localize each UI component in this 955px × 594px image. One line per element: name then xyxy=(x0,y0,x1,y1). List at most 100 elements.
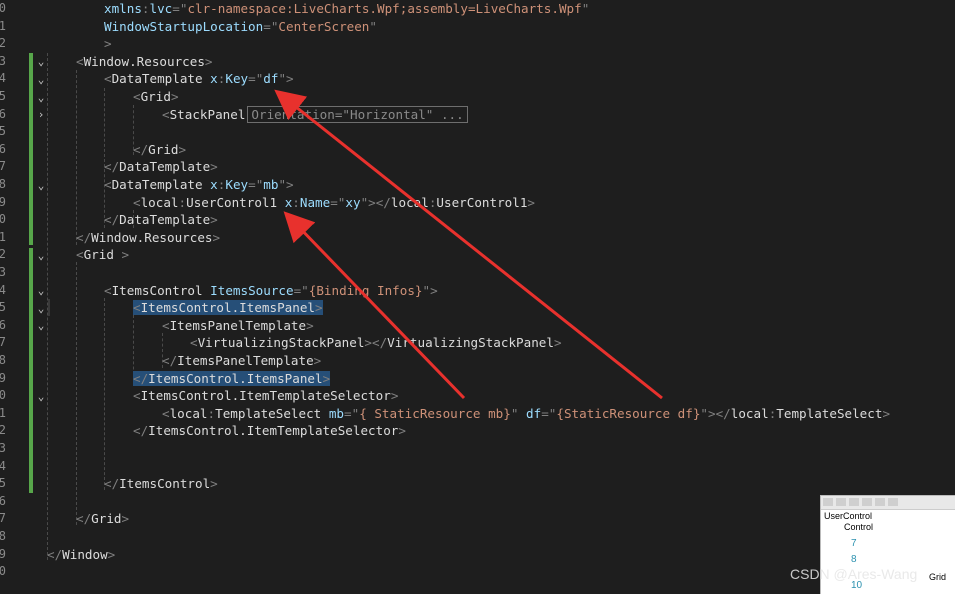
code-token: ItemsPanelTemplate xyxy=(169,317,307,333)
code-line[interactable]: </Window> xyxy=(47,546,115,564)
code-line[interactable]: </ItemsControl> xyxy=(104,475,218,493)
code-line[interactable]: <Window.Resources> xyxy=(76,53,213,71)
code-token: </ xyxy=(76,511,92,527)
code-token: " xyxy=(510,405,527,421)
code-token: {StaticResource df} xyxy=(556,405,701,421)
expand-chevron-icon[interactable]: › xyxy=(34,108,48,122)
thumbnail-toolbar xyxy=(821,496,955,510)
line-number: 2 xyxy=(0,423,6,438)
collapse-chevron-icon[interactable]: ⌄ xyxy=(34,319,48,333)
code-token: > xyxy=(210,476,218,492)
code-token: mb xyxy=(328,405,345,421)
code-token: < xyxy=(104,71,112,87)
code-line[interactable]: <ItemsControl.ItemsPanel> xyxy=(133,299,323,317)
collapse-chevron-icon[interactable]: ⌄ xyxy=(34,389,48,403)
code-token: > xyxy=(313,353,322,368)
collapse-chevron-icon[interactable]: ⌄ xyxy=(34,301,48,315)
line-number: 5 xyxy=(0,476,6,491)
code-token: < xyxy=(162,405,170,421)
code-line[interactable]: <DataTemplate x:Key="df"> xyxy=(104,70,294,88)
code-line[interactable]: </ItemsControl.ItemsPanel> xyxy=(133,370,331,388)
code-token: > xyxy=(121,511,130,527)
collapse-chevron-icon[interactable]: ⌄ xyxy=(34,90,48,104)
code-line[interactable]: <ItemsControl.ItemTemplateSelector> xyxy=(133,387,398,405)
code-line[interactable]: <local:TemplateSelect mb="{ StaticResour… xyxy=(162,405,890,423)
code-token: local xyxy=(730,405,769,421)
code-line[interactable]: <Grid > xyxy=(76,246,129,264)
code-token: { StaticResource mb} xyxy=(359,405,511,421)
code-line[interactable]: </Window.Resources> xyxy=(76,229,220,247)
code-token: CenterScreen xyxy=(278,18,370,34)
thumbnail-label-usercontrol: UserControl xyxy=(824,511,873,521)
code-token: ItemsControl.ItemTemplateSelector xyxy=(140,388,391,404)
code-token: VirtualizingStackPanel xyxy=(197,335,365,351)
code-line[interactable]: <StackPanel Orientation="Horizontal" ... xyxy=(162,105,468,124)
code-line[interactable]: </Grid> xyxy=(133,141,186,159)
code-token: df xyxy=(263,71,279,87)
code-token: local xyxy=(169,405,208,421)
code-line[interactable]: <ItemsControl ItemsSource="{Binding Info… xyxy=(104,282,438,300)
code-token: DataTemplate xyxy=(111,71,211,87)
code-line[interactable]: <Grid> xyxy=(133,88,179,106)
code-token: : xyxy=(178,194,187,210)
code-line[interactable]: <ItemsPanelTemplate> xyxy=(162,317,314,335)
collapse-chevron-icon[interactable]: ⌄ xyxy=(34,55,48,69)
collapse-chevron-icon[interactable]: ⌄ xyxy=(34,248,48,262)
code-token: lvc xyxy=(149,1,173,16)
code-token: clr-namespace:LiveCharts.Wpf;assembly=Li… xyxy=(187,1,582,16)
code-token: "></ xyxy=(360,194,391,210)
code-token: "></ xyxy=(700,405,731,421)
arrow-df xyxy=(274,89,663,400)
line-number: 1 xyxy=(0,229,6,244)
code-token: > xyxy=(553,335,562,351)
code-token: xmlns xyxy=(104,1,142,16)
line-number: 4 xyxy=(0,71,6,86)
code-token: =" xyxy=(248,177,264,192)
code-token: TemplateSelect xyxy=(215,405,329,421)
code-token: < xyxy=(133,300,141,316)
code-token: ItemsControl xyxy=(111,282,211,298)
code-token: Window xyxy=(62,546,108,562)
line-number: 0 xyxy=(0,564,6,579)
code-token: </ xyxy=(47,546,63,562)
code-token: local xyxy=(140,194,179,210)
code-line[interactable]: </Grid> xyxy=(76,510,129,528)
code-line[interactable]: xmlns:lvc="clr-namespace:LiveCharts.Wpf;… xyxy=(104,0,589,18)
collapse-chevron-icon[interactable]: ⌄ xyxy=(34,284,48,298)
change-indicator-bar xyxy=(29,248,33,493)
code-line[interactable]: <VirtualizingStackPanel></VirtualizingSt… xyxy=(190,334,562,352)
code-token: ItemsControl xyxy=(119,476,211,492)
code-line[interactable]: <local:UserControl1 x:Name="xy"></local:… xyxy=(133,194,535,212)
line-number: 0 xyxy=(0,212,6,227)
code-token: df xyxy=(526,405,542,421)
code-line[interactable]: </ItemsControl.ItemTemplateSelector> xyxy=(133,422,406,440)
line-number: 0 xyxy=(0,388,6,403)
indent-guide xyxy=(104,298,105,490)
code-line[interactable]: <DataTemplate x:Key="mb"> xyxy=(104,176,294,194)
code-token: > xyxy=(306,317,314,333)
code-token: > xyxy=(210,159,218,175)
code-line[interactable]: > xyxy=(104,35,112,53)
line-number: 9 xyxy=(0,370,6,385)
code-token: </ xyxy=(162,353,178,368)
collapse-chevron-icon[interactable]: ⌄ xyxy=(34,72,48,86)
line-number: 8 xyxy=(0,353,6,367)
code-line[interactable]: </ItemsPanelTemplate> xyxy=(162,352,321,370)
code-token: < xyxy=(133,89,141,104)
collapse-chevron-icon[interactable]: ⌄ xyxy=(34,178,48,192)
code-token: ItemsControl.ItemTemplateSelector xyxy=(148,423,399,439)
line-number: 8 xyxy=(0,529,6,543)
code-token: > xyxy=(882,405,891,421)
line-number: 9 xyxy=(0,546,6,561)
code-token: ItemsPanelTemplate xyxy=(177,353,314,368)
code-token: </ xyxy=(104,476,120,492)
code-line[interactable]: </DataTemplate> xyxy=(104,158,218,176)
code-token: "> xyxy=(278,71,294,87)
code-token: mb xyxy=(263,177,279,192)
collapsed-region-hint[interactable]: Orientation="Horizontal" ... xyxy=(247,105,468,123)
code-line[interactable]: </DataTemplate> xyxy=(104,211,218,229)
code-token: x xyxy=(210,71,218,87)
line-number: 5 xyxy=(0,124,6,139)
code-token: Grid xyxy=(91,511,122,527)
code-line[interactable]: WindowStartupLocation="CenterScreen" xyxy=(104,18,377,36)
